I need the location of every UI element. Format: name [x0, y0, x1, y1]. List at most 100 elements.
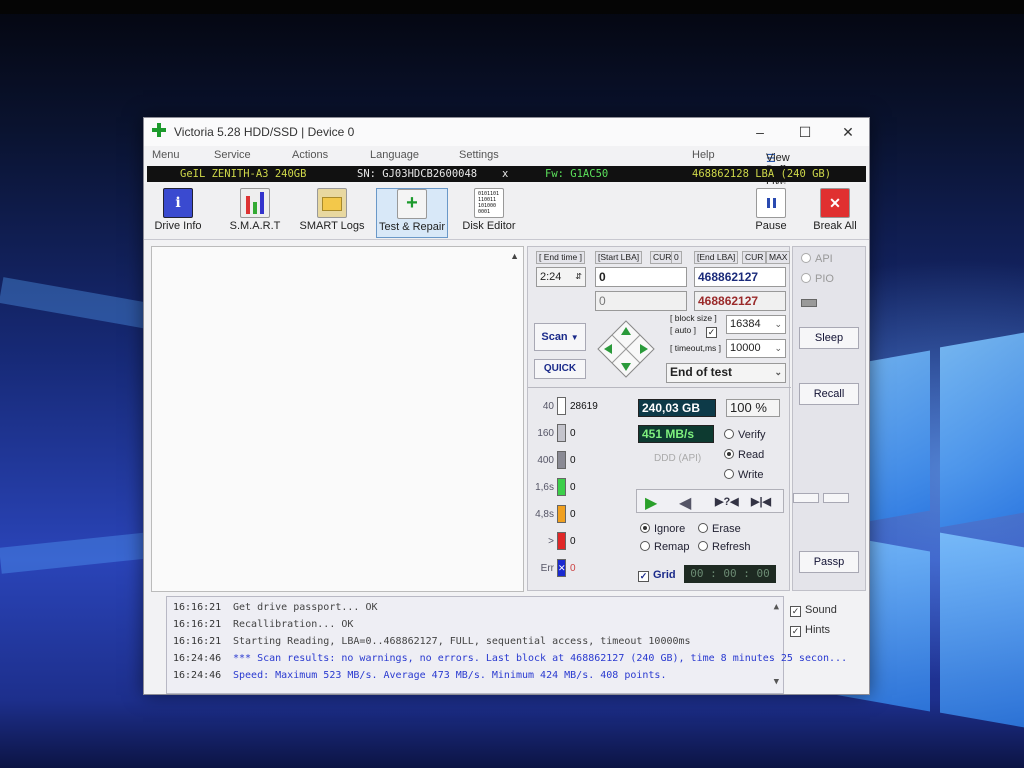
test-control-panel: [ End time ] 2:24 ⇵ [Start LBA] CUR 0 0 0…: [527, 246, 791, 591]
menu-item-service[interactable]: Service: [214, 149, 251, 161]
maximize-button[interactable]: ☐: [785, 122, 825, 142]
histogram-count: 0: [570, 509, 576, 520]
start-lba-field[interactable]: 0: [595, 267, 687, 287]
drive-info-bar: GeIL ZENITH-A3 240GB SN: GJ03HDCB2600048…: [147, 166, 866, 182]
close-button[interactable]: ✕: [828, 122, 868, 142]
write-radio[interactable]: Write: [724, 469, 763, 481]
log-console: 16:16:21 Get drive passport... OK 16:16:2…: [166, 596, 847, 694]
smart-button[interactable]: S.M.A.R.T: [224, 188, 286, 238]
block-size-label: [ block size ]: [670, 313, 717, 323]
capacity-done-field: 240,03 GB: [638, 399, 716, 417]
skip-end-icon[interactable]: ▶|◀: [751, 495, 771, 508]
histogram-label: 160: [537, 428, 554, 439]
scroll-down-icon[interactable]: ▼: [774, 674, 779, 691]
elapsed-timer: 00 : 00 : 00: [684, 565, 776, 583]
hints-checkbox[interactable]: ✓ Hints: [790, 624, 830, 637]
desktop-logo-pane: [940, 532, 1024, 728]
direction-pad-icon: [597, 320, 655, 378]
small-button-left[interactable]: [793, 493, 819, 503]
quick-button[interactable]: QUICK: [534, 359, 586, 379]
victoria-window: Victoria 5.28 HDD/SSD | Device 0 – ☐ ✕ M…: [143, 117, 870, 695]
auto-label: [ auto ]: [670, 325, 696, 335]
spin-icon[interactable]: ⇵: [575, 268, 582, 286]
histogram-label: >: [548, 536, 554, 547]
skip-bad-icon[interactable]: ▶?◀: [715, 495, 739, 508]
start-lba-zero[interactable]: 0: [671, 251, 682, 264]
refresh-radio[interactable]: Refresh: [698, 541, 751, 553]
minimize-button[interactable]: –: [740, 122, 780, 142]
histogram-bar: [557, 505, 566, 523]
drive-close-x[interactable]: x: [502, 166, 508, 182]
smart-logs-button[interactable]: SMART Logs: [298, 188, 366, 238]
playback-controls: ▶ ◀ ▶?◀ ▶|◀: [636, 489, 784, 513]
auto-checkbox[interactable]: ✓: [706, 327, 717, 338]
end-lba-cur[interactable]: CUR: [742, 251, 767, 264]
latency-histogram: 40 28619 160 0 400 0 1,6s 0 4,8s 0 >0 Err ✕ 0: [528, 397, 638, 597]
erase-radio[interactable]: Erase: [698, 523, 741, 535]
log-line: 16:24:46 *** Scan results: no warnings, n…: [173, 653, 848, 664]
end-time-field[interactable]: 2:24 ⇵: [536, 267, 586, 287]
ignore-radio[interactable]: Ignore: [640, 523, 685, 535]
read-radio[interactable]: Read: [724, 449, 764, 461]
end-time-label: [ End time ]: [536, 251, 585, 264]
block-size-select[interactable]: 16384 ⌄: [726, 315, 786, 334]
test-repair-button[interactable]: + Test & Repair: [376, 188, 448, 238]
menu-item-actions[interactable]: Actions: [292, 149, 328, 161]
monitor-bezel: [0, 0, 1024, 14]
pio-radio[interactable]: PIO: [801, 273, 834, 285]
chevron-down-icon: ⌄: [774, 367, 782, 377]
play-icon[interactable]: ▶: [645, 493, 657, 513]
error-x-icon: ✕: [557, 559, 566, 577]
small-button-right[interactable]: [823, 493, 849, 503]
drive-model: GeIL ZENITH-A3 240GB: [180, 168, 307, 180]
title-bar: Victoria 5.28 HDD/SSD | Device 0 – ☐ ✕: [144, 118, 869, 146]
green-cross-icon: [152, 123, 166, 137]
histogram-bar: [557, 532, 566, 550]
verify-radio[interactable]: Verify: [724, 429, 766, 441]
scroll-up-icon[interactable]: ▲: [774, 599, 779, 616]
error-count: 0: [570, 563, 576, 574]
timeout-select[interactable]: 10000 ⌄: [726, 339, 786, 358]
menu-item-language[interactable]: Language: [370, 149, 419, 161]
drive-firmware: Fw: G1AC50: [545, 168, 609, 180]
scan-button[interactable]: Scan ▼: [534, 323, 586, 351]
remap-radio[interactable]: Remap: [640, 541, 689, 553]
histogram-count: 0: [570, 482, 576, 493]
grid-checkbox[interactable]: ✓ Grid: [638, 569, 676, 582]
menu-item-help[interactable]: Help: [692, 149, 715, 161]
passp-button[interactable]: Passp: [799, 551, 859, 573]
pause-button[interactable]: Pause: [750, 188, 792, 238]
scroll-up-icon[interactable]: ▲: [510, 251, 519, 261]
main-toolbar: i Drive Info S.M.A.R.T SMART Logs + Test…: [144, 184, 869, 240]
end-lba-label: [End LBA]: [694, 251, 739, 264]
api-radio[interactable]: API: [801, 253, 833, 265]
end-lba-max[interactable]: MAX: [766, 251, 791, 264]
ddd-api-label: DDD (API): [654, 453, 702, 464]
histogram-bar: [557, 424, 566, 442]
chevron-down-icon: ▼: [570, 333, 579, 342]
histogram-bar: [557, 397, 566, 415]
stop-x-icon: ✕: [820, 188, 850, 218]
sleep-button[interactable]: Sleep: [799, 327, 859, 349]
direction-pad: [596, 319, 656, 379]
log-line: 16:16:21 Starting Reading, LBA=0..4688621…: [173, 636, 691, 647]
scan-map-area[interactable]: ▲: [151, 246, 524, 592]
status-led: [801, 299, 817, 307]
histogram-bar: [557, 451, 566, 469]
drive-serial: SN: GJ03HDCB2600048: [357, 168, 478, 180]
recall-button[interactable]: Recall: [799, 383, 859, 405]
start-lba-current: 0: [595, 291, 687, 311]
histogram-count: 0: [570, 536, 576, 547]
break-all-button[interactable]: ✕ Break All: [808, 188, 862, 238]
disk-editor-button[interactable]: 0101101 110011 101000 0001 Disk Editor: [458, 188, 520, 238]
drive-info-button[interactable]: i Drive Info: [150, 188, 206, 238]
sound-checkbox[interactable]: ✓ Sound: [790, 604, 837, 617]
log-line: 16:16:21 Get drive passport... OK: [173, 602, 378, 613]
menu-item-settings[interactable]: Settings: [459, 149, 499, 161]
end-lba-field[interactable]: 468862127: [694, 267, 786, 287]
menu-item-menu[interactable]: Menu: [152, 149, 180, 161]
reverse-play-icon[interactable]: ◀: [679, 493, 691, 513]
end-action-select[interactable]: End of test ⌄: [666, 363, 786, 383]
speed-field: 451 MB/s: [638, 425, 714, 443]
info-icon: i: [163, 188, 193, 218]
